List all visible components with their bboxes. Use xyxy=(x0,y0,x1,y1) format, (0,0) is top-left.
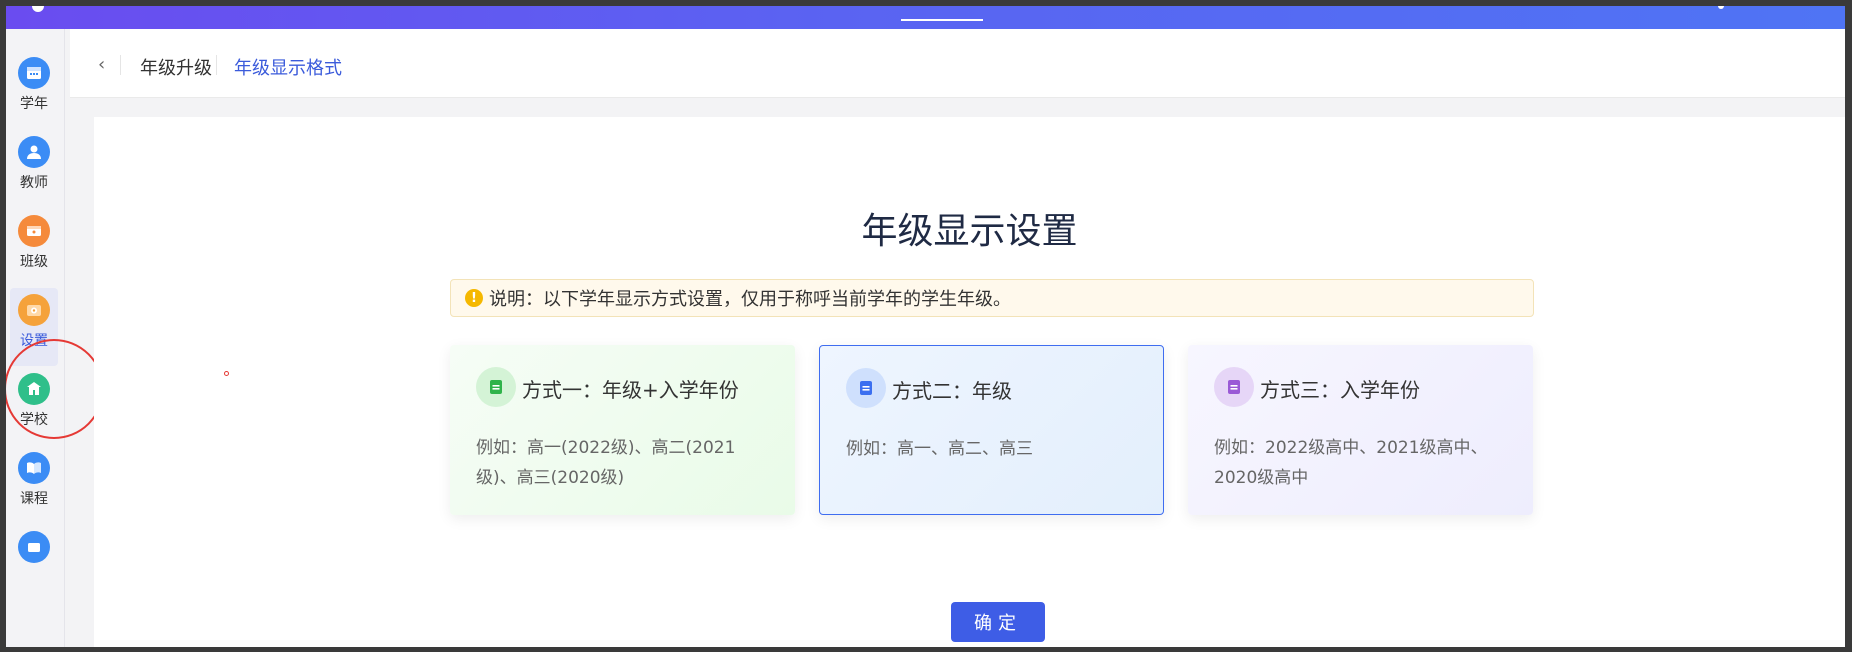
document-icon xyxy=(1214,367,1254,407)
tab-grade-upgrade[interactable]: 年级升级 xyxy=(140,54,212,80)
sidebar: 学年 教师 班级 设置 学校 课程 xyxy=(6,29,104,647)
option-description: 例如：2022级高中、2021级高中、2020级高中 xyxy=(1214,438,1488,488)
option-title: 方式三：入学年份 xyxy=(1260,378,1420,402)
settings-icon xyxy=(18,294,50,326)
divider xyxy=(216,55,217,75)
option-card-grade[interactable]: 方式二：年级 例如：高一、高二、高三 xyxy=(819,345,1164,515)
classroom-icon xyxy=(18,215,50,247)
divider xyxy=(120,55,121,75)
document-icon xyxy=(846,368,886,408)
sidebar-item-label: 学年 xyxy=(20,96,48,112)
notification-icon[interactable] xyxy=(1718,6,1724,9)
option-description: 例如：高一、高二、高三 xyxy=(846,439,1033,459)
sidebar-item-course[interactable]: 课程 xyxy=(10,446,58,524)
option-title: 方式一：年级+入学年份 xyxy=(522,378,739,402)
main-content: 年级显示设置 ! 说明：以下学年显示方式设置，仅用于称呼当前学年的学生年级。 方… xyxy=(94,117,1845,647)
calendar-icon xyxy=(18,57,50,89)
chevron-left-icon[interactable]: ‹ xyxy=(98,54,105,75)
document-icon xyxy=(476,367,516,407)
highlight-annotation xyxy=(6,339,104,439)
confirm-button[interactable]: 确定 xyxy=(951,602,1045,642)
active-nav-indicator xyxy=(901,19,983,21)
sidebar-item-school-year[interactable]: 学年 xyxy=(10,51,58,129)
page-header: ‹ 年级升级 年级显示格式 xyxy=(70,29,1845,98)
sidebar-item-label: 课程 xyxy=(20,491,48,507)
sidebar-item-label: 教师 xyxy=(20,175,48,191)
more-icon xyxy=(18,531,50,563)
tab-grade-display-format[interactable]: 年级显示格式 xyxy=(234,54,342,80)
option-description: 例如：高一(2022级)、高二(2021级)、高三(2020级) xyxy=(476,438,736,488)
app-window: 学年 教师 班级 设置 学校 课程 ‹ 年级升级 年级显示格式 年级显示设置 !… xyxy=(6,6,1845,647)
sidebar-item-label: 班级 xyxy=(20,254,48,270)
logo-icon xyxy=(32,6,44,12)
top-bar xyxy=(6,6,1845,29)
annotation-dot xyxy=(224,371,229,376)
book-icon xyxy=(18,452,50,484)
warning-icon: ! xyxy=(465,289,483,307)
option-card-enrollment-year[interactable]: 方式三：入学年份 例如：2022级高中、2021级高中、2020级高中 xyxy=(1188,345,1533,515)
teacher-icon xyxy=(18,136,50,168)
notice-banner: ! 说明：以下学年显示方式设置，仅用于称呼当前学年的学生年级。 xyxy=(450,279,1534,317)
sidebar-item-more[interactable] xyxy=(10,525,58,603)
notice-text: 说明：以下学年显示方式设置，仅用于称呼当前学年的学生年级。 xyxy=(489,289,1011,310)
option-title: 方式二：年级 xyxy=(892,379,1012,403)
option-card-grade-and-year[interactable]: 方式一：年级+入学年份 例如：高一(2022级)、高二(2021级)、高三(20… xyxy=(450,345,795,515)
sidebar-item-teacher[interactable]: 教师 xyxy=(10,130,58,208)
sidebar-item-class[interactable]: 班级 xyxy=(10,209,58,287)
page-title: 年级显示设置 xyxy=(861,211,1078,252)
